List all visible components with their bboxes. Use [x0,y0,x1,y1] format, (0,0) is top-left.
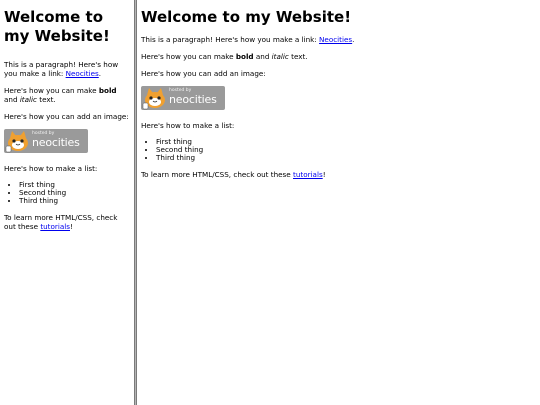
tutorials-link[interactable]: tutorials [40,222,70,231]
thing-list: First thing Second thing Third thing [4,181,131,205]
thing-list: First thing Second thing Third thing [141,138,536,162]
tutorials-link[interactable]: tutorials [293,170,323,179]
link-paragraph: This is a paragraph! Here's how you make… [4,60,119,78]
bold-word: bold [235,52,254,61]
image-intro: Here's how you can add an image: [4,112,129,121]
neocities-link[interactable]: Neocities [66,69,99,78]
list-item: First thing [156,138,536,146]
page-title: Welcome to my Website! [141,8,352,26]
image-intro: Here's how you can add an image: [141,69,266,78]
page-title: Welcome to my Website! [4,8,110,45]
italic-word: italic [271,52,289,61]
badge-brand-name: neocities [169,93,217,106]
hosted-by-neocities-badge: hosted by neocities [4,129,88,153]
hosted-by-neocities-badge: hosted by neocities [141,86,225,110]
formatting-paragraph: Here's how you can make bold and italic … [4,86,117,104]
preview-pane-wide: Welcome to my Website! This is a paragra… [137,0,540,405]
bold-word: bold [98,86,117,95]
neocities-cat-icon [5,131,28,153]
list-item: Second thing [156,146,536,154]
preview-pane-narrow: Welcome to my Website! This is a paragra… [0,0,135,405]
badge-brand-name: neocities [32,136,80,149]
list-intro: Here's how to make a list: [4,164,98,173]
formatting-paragraph: Here's how you can make bold and italic … [141,52,308,61]
neocities-cat-icon [142,88,165,110]
learn-more-paragraph: To learn more HTML/CSS, check out these … [141,170,326,179]
list-intro: Here's how to make a list: [141,121,235,130]
neocities-link[interactable]: Neocities [319,35,352,44]
list-item: Third thing [156,154,536,162]
link-paragraph: This is a paragraph! Here's how you make… [141,35,355,44]
list-item: Third thing [19,197,131,205]
italic-word: italic [19,95,37,104]
learn-more-paragraph: To learn more HTML/CSS, check out these … [4,213,118,231]
